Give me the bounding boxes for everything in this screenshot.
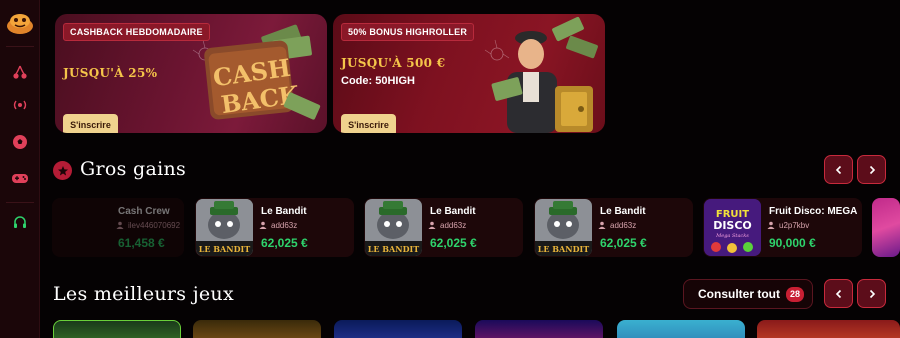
app-root: CASH BACK CASHBACK HEBDOMADAIRE JUSQU'À … [0,0,900,338]
win-card[interactable]: LE BANDIT Le Bandit add63z 62,025 € [364,198,523,257]
chevron-right-icon [869,289,875,298]
promo-tag: CASHBACK HEBDOMADAIRE [63,23,210,41]
sidebar-divider [6,202,34,203]
game-tile[interactable] [475,320,603,338]
promo-card-highroller[interactable]: 50% BONUS HIGHROLLER JUSQU'À 500 € Code:… [333,14,605,133]
chevron-right-icon [869,165,875,174]
section-title-best-games: Les meilleurs jeux [53,283,234,305]
win-card[interactable]: LE BANDIT Le Bandit add63z 62,025 € [534,198,693,257]
win-username: add63z [271,221,298,230]
win-game-name: Le Bandit [600,206,646,217]
user-icon [428,221,436,229]
win-amount: 61,458 € [118,236,165,250]
promo-tag: 50% BONUS HIGHROLLER [341,23,475,41]
star-icon [53,161,72,180]
carousel-prev-button[interactable] [824,279,853,308]
gamepad-icon[interactable] [8,166,32,190]
carousel-next-button[interactable] [857,279,886,308]
promo-amount: JUSQU'À 25% [63,66,158,80]
win-card-partial[interactable] [872,198,900,257]
game-thumbnail-le-bandit[interactable]: LE BANDIT [365,199,422,256]
win-username: add63z [440,221,467,230]
carousel-next-button[interactable] [857,155,886,184]
game-thumbnail-fruit-disco[interactable]: FRUIT DISCO Mega Stacks [704,199,761,256]
games-count-badge: 28 [785,287,804,302]
highroller-man-illustration [483,16,605,133]
user-icon [116,221,124,229]
user-icon [259,221,267,229]
win-game-name: Le Bandit [430,206,476,217]
win-game-name: Cash Crew [118,206,170,217]
win-game-name: Le Bandit [261,206,307,217]
thumbnail-label: DISCO [713,219,752,232]
thumbnail-label: LE BANDIT [538,244,589,254]
promo-code: Code: 50HIGH [341,75,415,87]
carousel-prev-button[interactable] [824,155,853,184]
win-username: add63z [610,221,637,230]
game-thumbnail-le-bandit[interactable]: LE BANDIT [196,199,253,256]
game-tile[interactable] [617,320,745,338]
game-tile[interactable] [334,320,462,338]
logo-icon[interactable] [4,10,36,36]
win-game-name: Fruit Disco: MEGA [769,206,858,217]
thumbnail-label: LE BANDIT [368,244,419,254]
cherry-icon[interactable] [8,60,32,84]
see-all-button[interactable]: Consulter tout 28 [683,279,813,309]
chevron-left-icon [835,289,841,298]
game-thumbnail-le-bandit[interactable]: LE BANDIT [535,199,592,256]
win-card[interactable]: Cash Crew ilev446070692 61,458 € [52,198,184,257]
game-tile[interactable] [757,320,900,338]
sidebar-divider [6,46,34,47]
win-amount: 90,000 € [769,236,816,250]
thumbnail-label: LE BANDIT [199,244,250,254]
promo-amount: JUSQU'À 500 € [341,56,446,70]
win-amount: 62,025 € [430,236,477,250]
user-icon [767,221,775,229]
promo-card-cashback[interactable]: CASH BACK CASHBACK HEBDOMADAIRE JUSQU'À … [55,14,327,133]
game-tile[interactable] [53,320,181,338]
win-amount: 62,025 € [261,236,308,250]
headset-icon[interactable] [8,211,32,235]
sidebar [0,0,40,338]
user-icon [598,221,606,229]
section-title-big-wins: Gros gains [80,158,187,180]
win-card[interactable]: FRUIT DISCO Mega Stacks Fruit Disco: MEGA … [703,198,862,257]
win-username: ilev446070692 [128,221,181,230]
signup-button[interactable]: S'inscrire [341,114,396,133]
soccer-ball-icon[interactable] [8,130,32,154]
win-amount: 62,025 € [600,236,647,250]
chevron-left-icon [835,165,841,174]
game-tile[interactable] [193,320,321,338]
signup-button[interactable]: S'inscrire [63,114,118,133]
win-username: u2p7kbv [779,221,810,230]
win-card[interactable]: LE BANDIT Le Bandit add63z 62,025 € [195,198,354,257]
thumbnail-label: Mega Stacks [715,233,749,239]
see-all-label: Consulter tout [698,287,780,301]
live-signal-icon[interactable] [8,93,32,117]
